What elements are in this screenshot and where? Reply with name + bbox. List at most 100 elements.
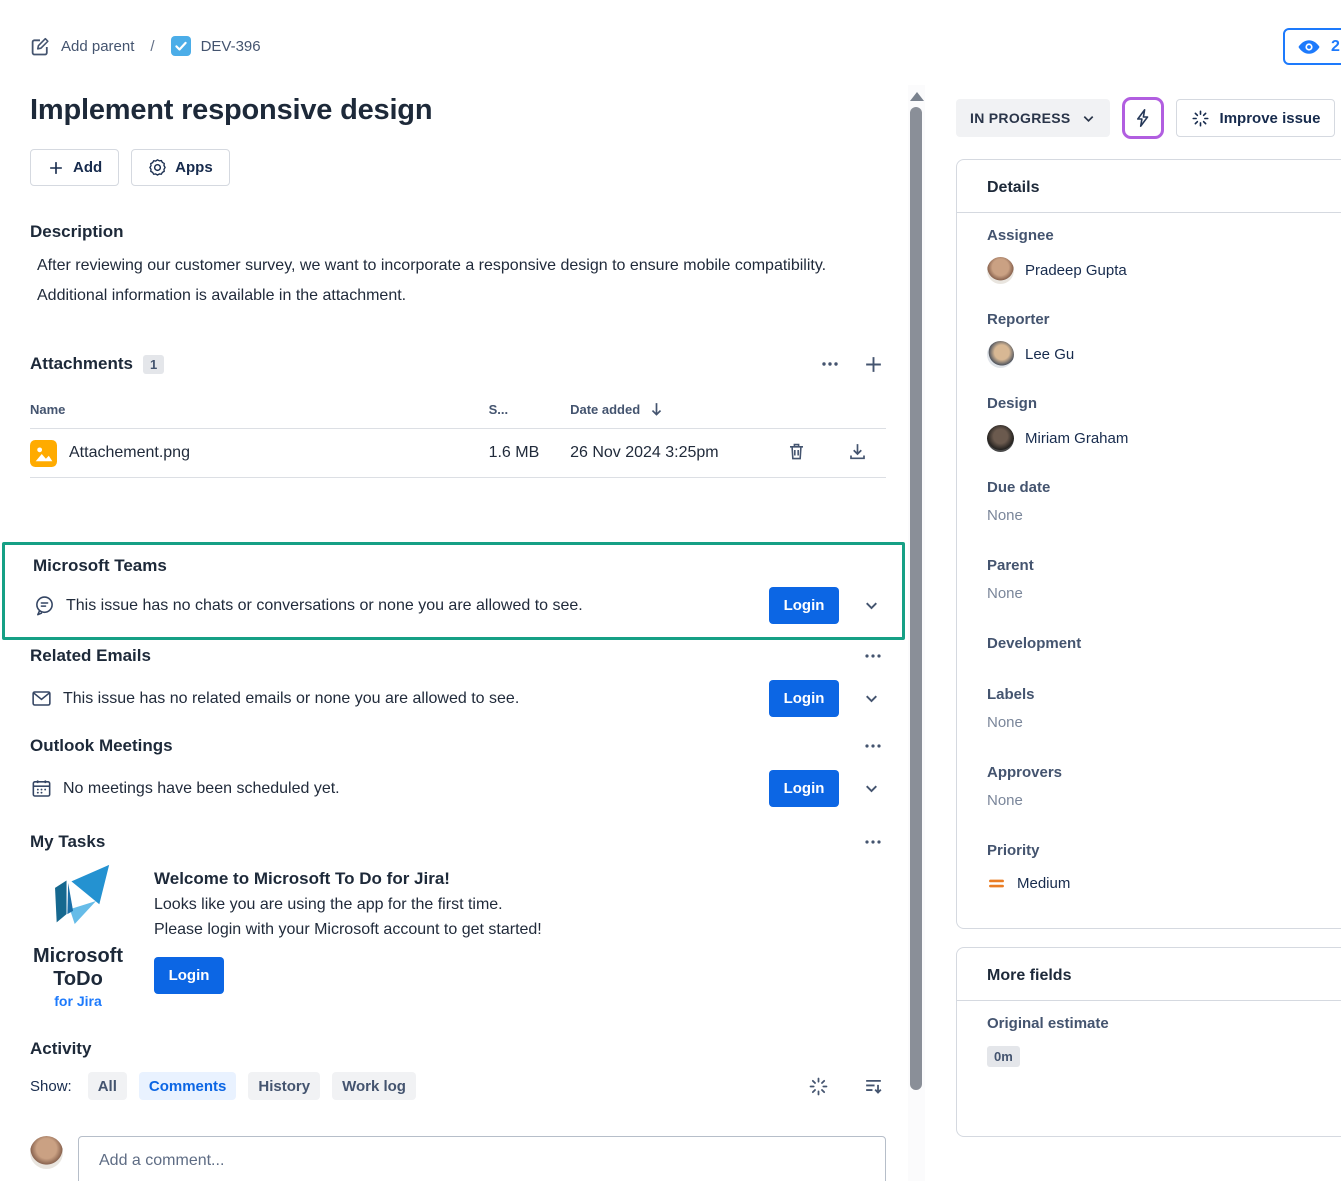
scrollbar-thumb[interactable] (910, 107, 922, 1090)
teams-heading: Microsoft Teams (33, 556, 886, 576)
chevron-down-icon[interactable] (863, 690, 880, 707)
details-heading[interactable]: Details (957, 160, 1341, 213)
status-dropdown[interactable]: IN PROGRESS (956, 99, 1110, 137)
attachments-table: Name S... Date added (30, 395, 886, 478)
todo-welcome-heading: Welcome to Microsoft To Do for Jira! (154, 869, 542, 889)
mytasks-more-button[interactable] (860, 829, 886, 855)
field-value: None (987, 507, 1325, 531)
emails-login-button[interactable]: Login (769, 680, 839, 717)
tab-comments[interactable]: Comments (139, 1072, 237, 1100)
field-parent[interactable]: Parent None (987, 557, 1325, 609)
column-header-name[interactable]: Name (30, 395, 489, 429)
tab-all[interactable]: All (88, 1072, 127, 1100)
todo-logo-word2: ToDo (30, 969, 126, 990)
download-attachment-button[interactable] (845, 439, 870, 464)
apps-button-label: Apps (175, 159, 213, 176)
original-estimate-label: Original estimate (987, 1015, 1325, 1032)
more-fields-heading[interactable]: More fields (957, 948, 1341, 1001)
field-priority[interactable]: Priority Medium (987, 842, 1325, 896)
teams-login-button[interactable]: Login (769, 587, 839, 624)
activity-sparkle-button[interactable] (806, 1074, 831, 1099)
original-estimate-value[interactable]: 0m (987, 1046, 1020, 1067)
microsoft-todo-logo: Microsoft ToDo for Jira (30, 863, 126, 1009)
avatar (987, 257, 1014, 284)
ellipsis-icon (862, 645, 884, 667)
issue-key-link[interactable]: DEV-396 (201, 38, 261, 55)
field-label: Assignee (987, 227, 1325, 244)
apps-button[interactable]: Apps (131, 149, 230, 186)
field-approvers[interactable]: Approvers None (987, 764, 1325, 816)
chevron-down-icon[interactable] (863, 780, 880, 797)
meetings-more-button[interactable] (860, 733, 886, 759)
calendar-icon (30, 777, 53, 800)
activity-sort-button[interactable] (861, 1074, 886, 1099)
field-value: Pradeep Gupta (1025, 262, 1127, 279)
field-development[interactable]: Development (987, 635, 1325, 652)
field-design[interactable]: Design Miriam Graham (987, 395, 1325, 453)
attachments-add-button[interactable] (861, 352, 886, 377)
tab-history[interactable]: History (248, 1072, 320, 1100)
ellipsis-icon (862, 735, 884, 757)
todo-logo-sub: for Jira (30, 993, 126, 1009)
attachments-more-button[interactable] (817, 351, 843, 377)
status-label: IN PROGRESS (970, 110, 1071, 126)
attachments-count-badge: 1 (143, 355, 164, 374)
field-label: Development (987, 635, 1325, 652)
plus-icon (863, 354, 884, 375)
avatar (987, 341, 1014, 368)
column-header-date[interactable]: Date added (570, 395, 784, 429)
field-label: Due date (987, 479, 1325, 496)
chevron-down-icon[interactable] (863, 597, 880, 614)
attachments-heading: Attachments (30, 354, 133, 374)
field-value: None (987, 792, 1325, 816)
add-parent-link[interactable]: Add parent (61, 38, 134, 55)
field-label: Approvers (987, 764, 1325, 781)
microsoft-teams-highlight-box: Microsoft Teams This issue has no chats … (2, 542, 905, 640)
meetings-login-button[interactable]: Login (769, 770, 839, 807)
add-button-label: Add (73, 159, 102, 176)
column-header-size[interactable]: S... (489, 395, 571, 429)
field-due-date[interactable]: Due date None (987, 479, 1325, 531)
field-assignee[interactable]: Assignee Pradeep Gupta (987, 227, 1325, 285)
tab-worklog[interactable]: Work log (332, 1072, 416, 1100)
priority-medium-icon (987, 874, 1006, 893)
show-label: Show: (30, 1078, 72, 1095)
avatar (987, 425, 1014, 452)
emails-heading: Related Emails (30, 646, 151, 666)
todo-triangles-icon (37, 863, 119, 939)
current-user-avatar (30, 1136, 63, 1169)
image-file-icon (30, 440, 57, 467)
description-line: Additional information is available in t… (37, 281, 886, 311)
improve-issue-button[interactable]: Improve issue (1176, 99, 1336, 137)
activity-heading: Activity (30, 1039, 886, 1059)
sort-desc-arrow-icon (648, 401, 665, 418)
breadcrumb: Add parent / DEV-396 (30, 34, 886, 58)
meetings-message: No meetings have been scheduled yet. (63, 780, 759, 798)
field-label: Parent (987, 557, 1325, 574)
breadcrumb-separator: / (150, 38, 154, 55)
field-reporter[interactable]: Reporter Lee Gu (987, 311, 1325, 369)
todo-login-button[interactable]: Login (154, 957, 224, 994)
chevron-down-icon (1081, 111, 1096, 126)
comment-input[interactable] (78, 1136, 886, 1181)
more-fields-panel: More fields Original estimate 0m (956, 947, 1341, 1137)
delete-attachment-button[interactable] (784, 439, 809, 464)
todo-logo-word1: Microsoft (30, 946, 126, 967)
vertical-scrollbar[interactable] (908, 85, 925, 1181)
add-button[interactable]: Add (30, 149, 119, 186)
scroll-up-arrow[interactable] (910, 92, 924, 101)
improve-issue-label: Improve issue (1220, 110, 1321, 127)
field-value: Medium (1017, 875, 1070, 892)
download-icon (847, 441, 868, 462)
sparkle-burst-icon (1191, 109, 1210, 128)
automation-lightning-button[interactable] (1122, 97, 1164, 139)
attachment-size: 1.6 MB (489, 429, 571, 478)
emails-more-button[interactable] (860, 643, 886, 669)
ellipsis-icon (862, 831, 884, 853)
teams-message: This issue has no chats or conversations… (66, 597, 759, 615)
attachment-row[interactable]: Attachement.png 1.6 MB 26 Nov 2024 3:25p… (30, 429, 886, 478)
issue-main-column: Add parent / DEV-396 Implement responsiv… (30, 0, 886, 1181)
field-labels[interactable]: Labels None (987, 686, 1325, 738)
description-body[interactable]: After reviewing our customer survey, we … (30, 251, 886, 311)
plus-icon (47, 159, 65, 177)
